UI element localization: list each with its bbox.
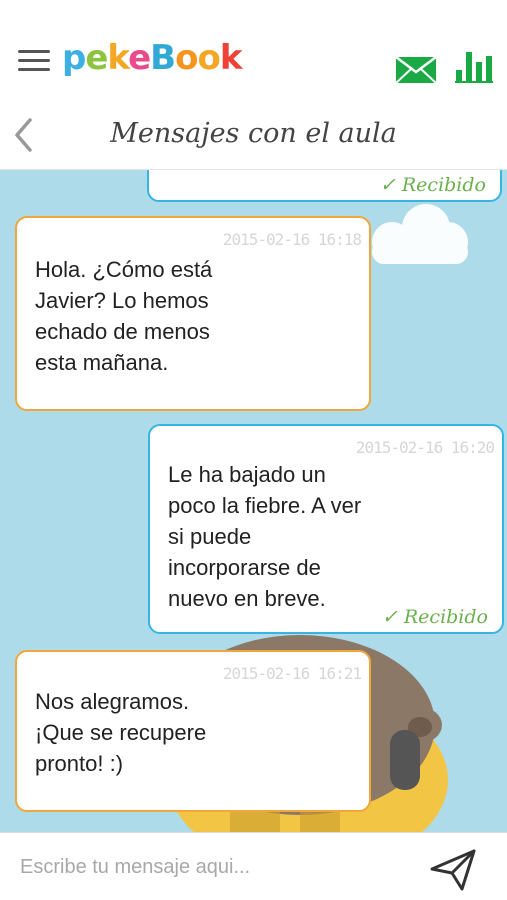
message-list[interactable]: and ✓ Recibido 2015-02-16 16:18 Hola. ¿C… bbox=[0, 170, 507, 832]
message-bubble-teacher: 2015-02-16 16:18 Hola. ¿Cómo está Javier… bbox=[15, 216, 371, 411]
message-text: Hola. ¿Cómo está Javier? Lo hemos echado… bbox=[35, 257, 213, 375]
send-icon[interactable] bbox=[428, 847, 478, 893]
message-text: and bbox=[167, 170, 204, 175]
message-text: Nos alegramos. ¡Que se recupere pronto! … bbox=[35, 689, 207, 776]
title-bar: Mensajes con el aula bbox=[0, 100, 507, 170]
message-composer bbox=[0, 832, 507, 900]
stats-icon[interactable] bbox=[455, 48, 493, 84]
message-bubble-teacher: 2015-02-16 16:21 Nos alegramos. ¡Que se … bbox=[15, 650, 371, 812]
message-text: Le ha bajado un poco la fiebre. A ver si… bbox=[168, 462, 362, 611]
app-header: pekeBook bbox=[0, 0, 507, 100]
received-status: ✓ Recibido bbox=[379, 174, 486, 196]
received-status: ✓ Recibido bbox=[381, 606, 488, 628]
hamburger-menu-icon[interactable] bbox=[18, 50, 50, 76]
message-timestamp: 2015-02-16 16:18 bbox=[222, 230, 362, 249]
message-timestamp: 2015-02-16 16:21 bbox=[222, 664, 362, 683]
mail-icon[interactable] bbox=[395, 56, 437, 84]
pekebook-logo: pekeBook bbox=[62, 38, 242, 78]
message-timestamp: 2015-02-16 16:20 bbox=[355, 438, 495, 457]
message-input[interactable] bbox=[20, 847, 410, 887]
message-bubble-parent: 2015-02-16 16:20 Le ha bajado un poco la… bbox=[148, 424, 504, 634]
page-title: Mensajes con el aula bbox=[110, 118, 397, 149]
message-bubble-parent: and ✓ Recibido bbox=[147, 170, 502, 202]
